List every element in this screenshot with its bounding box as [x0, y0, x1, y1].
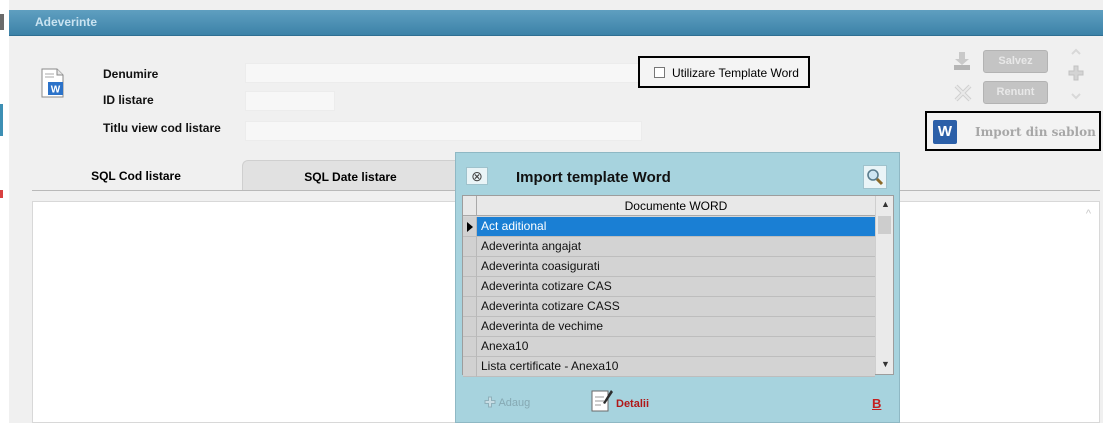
row-cell[interactable]: Anexa10: [477, 337, 875, 357]
add-label: Adaug: [498, 397, 531, 409]
id-listare-input[interactable]: [245, 91, 335, 111]
close-icon[interactable]: ⊗: [466, 167, 488, 185]
row-selector[interactable]: [463, 277, 477, 297]
cancel-x-icon: [952, 82, 974, 107]
tab-sql-cod-listare[interactable]: SQL Cod listare: [32, 160, 240, 190]
table-row[interactable]: Lista certificate - Anexa10: [463, 357, 875, 377]
grid-scrollbar[interactable]: ▲ ▼: [875, 196, 893, 374]
row-cell[interactable]: Adeverinta de vechime: [477, 317, 875, 337]
row-cell[interactable]: Adeverinta angajat: [477, 237, 875, 257]
row-selector[interactable]: [463, 257, 477, 277]
import-template-dialog: ⊗ Import template Word Documente WORD Ac…: [455, 152, 900, 423]
row-cell[interactable]: Adeverinta cotizare CASS: [477, 297, 875, 317]
b-button[interactable]: B: [872, 396, 881, 411]
table-row[interactable]: Adeverinta cotizare CAS: [463, 277, 875, 297]
scroll-down-icon[interactable]: ▼: [881, 359, 890, 369]
dialog-title: Import template Word: [516, 169, 671, 186]
denumire-input[interactable]: [245, 63, 640, 83]
save-button[interactable]: Salvez: [983, 50, 1048, 73]
search-icon[interactable]: [863, 165, 887, 189]
tab-label: SQL Cod listare: [91, 169, 181, 183]
scroll-up-icon[interactable]: [1070, 46, 1082, 60]
table-row[interactable]: Adeverinta de vechime: [463, 317, 875, 337]
table-row[interactable]: Act aditional: [463, 217, 875, 237]
table-row[interactable]: Anexa10: [463, 337, 875, 357]
template-word-checkbox[interactable]: Utilizare Template Word: [638, 56, 810, 88]
table-row[interactable]: Adeverinta cotizare CASS: [463, 297, 875, 317]
row-selector[interactable]: [463, 357, 477, 377]
left-edge-strip: [0, 0, 9, 423]
add-button[interactable]: Adaug: [484, 396, 530, 409]
row-cell[interactable]: Act aditional: [477, 217, 875, 237]
checkbox-square[interactable]: [654, 67, 665, 78]
app-window: Adeverinte W Denumire ID listare Titlu v…: [0, 0, 1103, 423]
id-listare-label: ID listare: [103, 93, 154, 107]
dialog-toolbar: Adaug Detalii B: [456, 379, 901, 423]
row-selector[interactable]: [463, 217, 477, 237]
window-titlebar: Adeverinte: [9, 10, 1103, 36]
scroll-up-arrow-icon[interactable]: ^: [1086, 208, 1091, 220]
scroll-up-icon[interactable]: ▲: [881, 199, 890, 209]
window-title: Adeverinte: [35, 15, 98, 29]
edge-mark: [0, 14, 4, 30]
titlu-view-label: Titlu view cod listare: [103, 121, 221, 135]
table-row[interactable]: Adeverinta angajat: [463, 237, 875, 257]
add-icon: [484, 396, 496, 408]
add-record-icon[interactable]: [1067, 64, 1085, 85]
grid-corner: [463, 196, 477, 216]
svg-text:W: W: [51, 85, 61, 96]
word-logo-icon: W: [933, 120, 957, 144]
row-selector[interactable]: [463, 297, 477, 317]
details-label: Detalii: [616, 398, 650, 410]
denumire-label: Denumire: [103, 67, 159, 81]
row-selector[interactable]: [463, 317, 477, 337]
column-header[interactable]: Documente WORD: [477, 196, 875, 216]
tab-sql-date-listare[interactable]: SQL Date listare: [242, 160, 458, 190]
row-cell[interactable]: Adeverinta cotizare CAS: [477, 277, 875, 297]
row-cell[interactable]: Lista certificate - Anexa10: [477, 357, 875, 377]
template-word-label: Utilizare Template Word: [672, 66, 799, 80]
edge-mark: [0, 104, 3, 136]
titlu-view-input[interactable]: [245, 121, 642, 141]
details-button[interactable]: Detalii: [590, 387, 649, 416]
word-document-icon: W: [40, 68, 66, 98]
edit-icon: [591, 390, 613, 412]
table-row[interactable]: Adeverinta coasigurati: [463, 257, 875, 277]
row-selector[interactable]: [463, 237, 477, 257]
edge-mark: [0, 190, 3, 198]
cancel-button[interactable]: Renunt: [983, 81, 1048, 104]
import-template-label: Import din sablon: [975, 125, 1096, 139]
row-cell[interactable]: Adeverinta coasigurati: [477, 257, 875, 277]
import-template-button[interactable]: W Import din sablon: [925, 111, 1101, 151]
documents-grid: Documente WORD Act aditional Adeverinta a…: [462, 195, 894, 377]
scroll-thumb[interactable]: [878, 216, 891, 234]
tab-label: SQL Date listare: [304, 170, 397, 184]
scroll-down-icon[interactable]: [1070, 90, 1082, 104]
save-tray-icon: [951, 50, 973, 75]
row-selector[interactable]: [463, 337, 477, 357]
